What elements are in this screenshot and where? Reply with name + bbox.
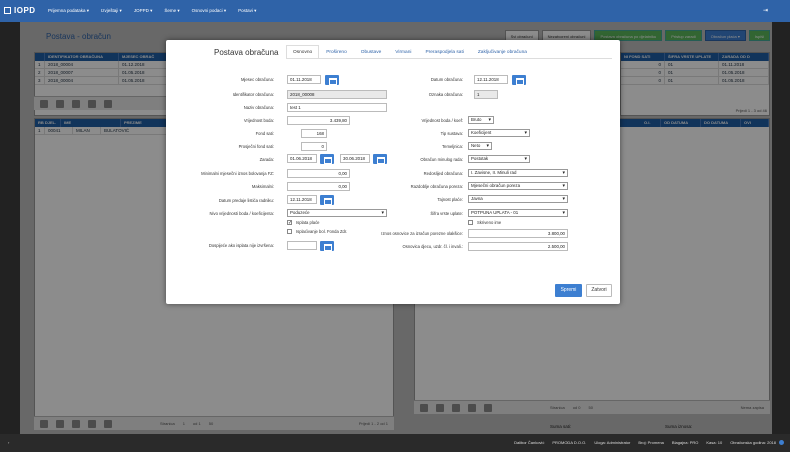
calc-mark-label: Oznaka obračuna: (428, 92, 463, 97)
hidden-name-label: Skriveno ime (477, 220, 502, 225)
point-value-input[interactable]: 3.439,80 (287, 116, 350, 125)
base-label: Temeljnica: (442, 144, 463, 149)
tab-obustave[interactable]: Obustave (354, 45, 389, 59)
system-type-select[interactable]: Koeficijent (468, 129, 530, 137)
secrecy-label: Tajnost plaće: (437, 197, 463, 202)
earnings-from-input[interactable]: 01.06.2018 (287, 154, 317, 163)
month-label: Mjesec obračuna: (240, 77, 274, 82)
due-date-input[interactable] (287, 241, 317, 250)
tax-period-select[interactable]: Mjesečni obračun poreza (468, 182, 568, 190)
due-label: Dospijeće ako isplata nije izvršena: (208, 243, 274, 248)
min-sick-label: Minimalni mjesečni iznos bolovanja FZ: (201, 171, 274, 176)
payroll-setup-dialog: Postava obračuna Osnovno Prošireno Obust… (166, 40, 620, 304)
calendar-icon[interactable] (320, 241, 334, 251)
salary-payment-checkbox[interactable]: ✓ (287, 220, 292, 226)
status-number: Broj: Promena (638, 440, 664, 445)
status-year: Obračunska godina: 2018 (730, 440, 776, 445)
close-button[interactable]: Zatvori (586, 284, 612, 297)
payment-code-label: Šifra vrste uplate: (430, 211, 463, 216)
calendar-icon[interactable] (512, 75, 526, 85)
menu-item-seme[interactable]: Šeme ▾ (164, 8, 179, 14)
base-select[interactable]: Neto (468, 142, 492, 150)
menu-item-joppd[interactable]: JOPPD ▾ (134, 8, 153, 14)
avg-hours-input[interactable]: 0 (301, 142, 327, 151)
app-logo[interactable]: IOPD (4, 6, 36, 15)
status-cashbox: Blagajna: PRO (671, 440, 699, 445)
point-value-label: Vrijednost boda: (243, 118, 274, 123)
tax-period-label: Razdoblje obračuna poreza: (410, 184, 463, 189)
tab-prosireno[interactable]: Prošireno (319, 45, 354, 59)
tab-virmani[interactable]: Virmani (388, 45, 418, 59)
month-input[interactable]: 01.11.2018 (287, 75, 321, 84)
relief-base-label: Iznos osnovice za izračun porezne olakši… (381, 231, 463, 236)
calendar-icon[interactable] (320, 154, 334, 164)
identifier-label: Identifikator obračuna: (232, 92, 274, 97)
sick-fund-label: Isplaćivanje bol. Fonda Zdr. (296, 229, 348, 234)
seniority-label: Obračun minulog rada: (420, 157, 463, 162)
calc-date-input[interactable]: 12.11.2018 (474, 75, 508, 84)
max-label: Maksimalni: (251, 184, 274, 189)
point-coef-select[interactable]: Bruto (468, 116, 494, 124)
status-register: Kasa: 10 (706, 440, 723, 445)
collapse-arrow-icon[interactable]: › (8, 434, 9, 452)
name-input[interactable]: test 1 (287, 103, 387, 112)
name-label: Naziv obračuna: (243, 105, 274, 110)
menu-item-postavi[interactable]: Postavi ▾ (238, 8, 256, 14)
avg-hours-label: Prosječni fond sati: (238, 144, 274, 149)
order-label: Redoslijed obračuna: (423, 171, 463, 176)
min-sick-input[interactable]: 0,00 (287, 169, 350, 178)
calendar-icon[interactable] (373, 154, 387, 164)
order-select[interactable]: I. Zavisne, II. Minuli rad (468, 169, 568, 177)
menu-item-prijemna[interactable]: Prijemna podataka ▾ (48, 8, 89, 14)
earnings-to-input[interactable]: 30.06.2018 (340, 154, 370, 163)
calc-date-label: Datum obračuna: (430, 77, 463, 82)
tab-divider (286, 58, 612, 59)
calendar-icon[interactable] (320, 195, 334, 205)
identifier-input: 2018_00008 (287, 90, 387, 99)
tab-preraspodjela[interactable]: Preraspodjela sati (418, 45, 470, 59)
status-user: Dalibor Čanković (514, 440, 545, 445)
payment-code-select[interactable]: POTPUNA UPLATA - 01 (468, 209, 568, 217)
tab-zakljucivanje[interactable]: Zaključivanje obračuna (471, 45, 534, 59)
calc-mark-input: 1 (474, 90, 498, 99)
seniority-select[interactable]: Postotak (468, 155, 530, 163)
calendar-icon[interactable] (325, 75, 339, 85)
secrecy-select[interactable]: Javna (468, 195, 568, 203)
status-role: Uloga: Administrator (594, 440, 631, 445)
left-sidebar (0, 22, 20, 452)
hours-fund-label: Fond sati: (255, 131, 274, 136)
notification-icon[interactable] (779, 440, 784, 445)
status-bar: › Dalibor Čanković PROMODA D.O.O. Uloga:… (0, 434, 790, 452)
relief-base-input[interactable]: 3.800,00 (468, 229, 568, 238)
earnings-label: Zarada: (259, 157, 274, 162)
delivery-date-input[interactable]: 12.11.2018 (287, 195, 317, 204)
dialog-tabs: Osnovno Prošireno Obustave Virmani Prera… (286, 45, 534, 59)
hours-fund-input[interactable]: 168 (301, 129, 327, 138)
status-company: PROMODA D.O.O. (552, 440, 587, 445)
save-button[interactable]: Spremi (555, 284, 582, 297)
sick-fund-checkbox[interactable] (287, 229, 292, 234)
hidden-name-checkbox[interactable] (468, 220, 473, 225)
dialog-title: Postava obračuna (214, 48, 279, 57)
tab-osnovno[interactable]: Osnovno (286, 45, 320, 59)
salary-payment-label: Isplata plaće (296, 220, 320, 225)
logo-icon (4, 7, 11, 14)
main-menu: Prijemna podataka ▾ Izvještaji ▾ JOPPD ▾… (48, 8, 256, 14)
level-select[interactable]: Poduzeće (287, 209, 387, 217)
children-base-input[interactable]: 2.500,00 (468, 242, 568, 251)
level-label: Nivo vrijednosti boda / koeficijenta: (209, 211, 274, 216)
menu-item-osnovni-podaci[interactable]: Osnovni podaci ▾ (192, 8, 227, 14)
menu-item-izvjestaji[interactable]: Izvještaji ▾ (101, 8, 122, 14)
delivery-date-label: Datum predaje listića radniku: (218, 198, 274, 203)
children-base-label: Osnovica djecu, uzdr. čl. i invali.: (402, 244, 463, 249)
top-navbar: IOPD Prijemna podataka ▾ Izvještaji ▾ JO… (0, 0, 790, 22)
logout-icon[interactable]: ⇥ (763, 7, 768, 14)
point-coef-label: Vrijednost boda / koef: (421, 118, 463, 123)
max-input[interactable]: 0,00 (287, 182, 350, 191)
right-sidebar (772, 22, 790, 452)
system-type-label: Tip sustava: (440, 131, 463, 136)
